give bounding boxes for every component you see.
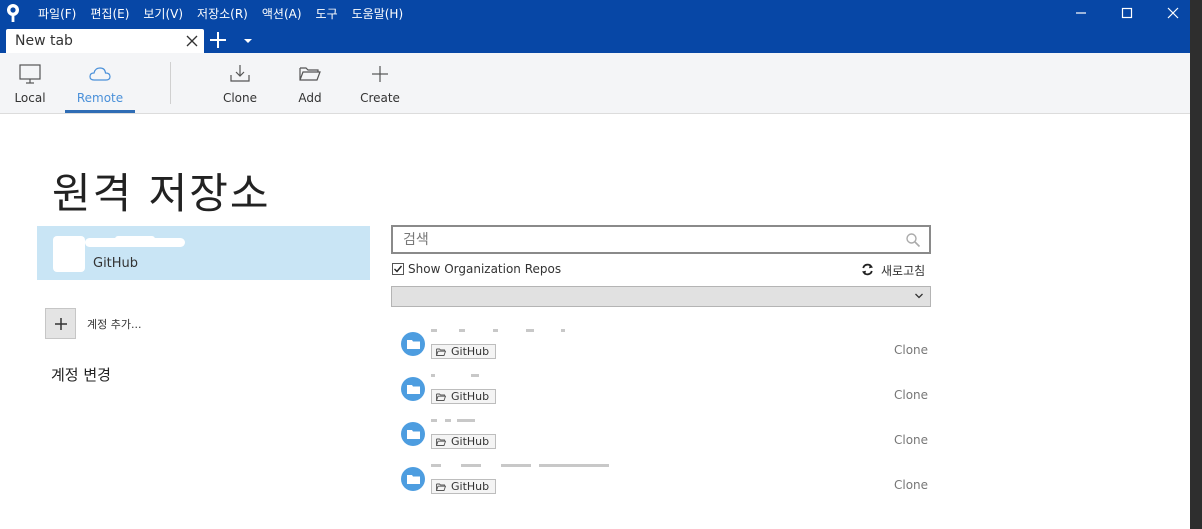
open-folder-icon	[436, 348, 446, 356]
repo-clone-button[interactable]: Clone	[894, 433, 928, 447]
folder-icon	[401, 377, 425, 401]
plus-icon	[372, 66, 388, 82]
repo-host-badge: GitHub	[431, 479, 497, 494]
menu-file[interactable]: 파일(F)	[38, 5, 76, 22]
account-provider: GitHub	[93, 256, 139, 271]
new-tab-plus-icon[interactable]	[208, 30, 228, 50]
tab-list-dropdown-icon[interactable]	[241, 34, 255, 48]
create-button[interactable]: Create	[350, 53, 410, 113]
menu-tools[interactable]: 도구	[316, 5, 338, 22]
create-label: Create	[360, 91, 400, 105]
repo-host-badge: GitHub	[431, 389, 497, 404]
repo-host-label: GitHub	[451, 435, 490, 448]
repo-filter-dropdown[interactable]	[391, 286, 931, 307]
sourcetree-logo-icon	[7, 4, 19, 22]
repo-row[interactable]: GitHub Clone	[400, 462, 940, 502]
menu-repository[interactable]: 저장소(R)	[197, 5, 248, 22]
add-button[interactable]: Add	[280, 53, 340, 113]
change-account-link[interactable]: 계정 변경	[51, 364, 111, 385]
repo-row[interactable]: GitHub Clone	[400, 372, 940, 412]
folder-icon	[401, 422, 425, 446]
repo-host-label: GitHub	[451, 480, 490, 493]
repo-host-badge: GitHub	[431, 344, 497, 359]
download-tray-icon	[230, 65, 250, 82]
clone-label: Clone	[222, 91, 258, 105]
local-button[interactable]: Local	[0, 53, 60, 113]
active-tab-underline	[65, 110, 135, 113]
menu-help[interactable]: 도움말(H)	[352, 5, 404, 22]
app-window: 파일(F) 편집(E) 보기(V) 저장소(R) 액션(A) 도구 도움말(H)…	[0, 0, 1190, 529]
maximize-icon	[1121, 7, 1133, 19]
open-folder-icon	[436, 393, 446, 401]
monitor-icon	[19, 64, 41, 84]
main-toolbar: Local Remote Clone Add Create	[0, 53, 1190, 114]
remote-label: Remote	[76, 91, 124, 105]
toolbar-separator	[170, 62, 171, 104]
menu-actions[interactable]: 액션(A)	[262, 5, 302, 22]
checkmark-icon	[394, 265, 403, 273]
repo-host-label: GitHub	[451, 390, 490, 403]
refresh-label[interactable]: 새로고침	[881, 262, 925, 279]
minimize-icon	[1076, 12, 1086, 14]
show-org-repos-label[interactable]: Show Organization Repos	[408, 262, 561, 276]
magnifier-icon[interactable]	[905, 232, 921, 248]
open-folder-icon	[436, 438, 446, 446]
add-account-button[interactable]	[45, 308, 76, 339]
add-account-label[interactable]: 계정 추가...	[87, 316, 141, 332]
menu-view[interactable]: 보기(V)	[143, 5, 183, 22]
refresh-icon[interactable]	[861, 263, 874, 276]
add-label: Add	[298, 91, 322, 105]
repo-host-label: GitHub	[451, 345, 490, 358]
desktop-background	[1190, 0, 1202, 529]
repo-row[interactable]: GitHub Clone	[400, 327, 940, 367]
open-folder-icon	[299, 67, 321, 81]
tab-new-tab[interactable]: New tab	[6, 29, 204, 53]
menu-bar: 파일(F) 편집(E) 보기(V) 저장소(R) 액션(A) 도구 도움말(H)	[38, 0, 417, 26]
open-folder-icon	[436, 483, 446, 491]
redacted-account-name	[55, 236, 185, 250]
cloud-icon	[89, 67, 111, 81]
folder-icon	[401, 467, 425, 491]
page-title: 원격 저장소	[52, 169, 271, 218]
plus-icon	[54, 317, 67, 330]
repo-clone-button[interactable]: Clone	[894, 343, 928, 357]
clone-button[interactable]: Clone	[210, 53, 270, 113]
repo-host-badge: GitHub	[431, 434, 497, 449]
chevron-down-icon	[915, 293, 923, 299]
show-org-repos-checkbox[interactable]	[392, 263, 404, 275]
maximize-button[interactable]	[1104, 0, 1150, 26]
local-label: Local	[14, 91, 46, 105]
folder-icon	[401, 332, 425, 356]
close-icon	[1167, 7, 1179, 19]
tab-strip: New tab	[0, 26, 1190, 53]
title-bar: 파일(F) 편집(E) 보기(V) 저장소(R) 액션(A) 도구 도움말(H)	[0, 0, 1190, 26]
search-input[interactable]	[403, 230, 893, 250]
search-box	[391, 225, 931, 254]
tab-label: New tab	[15, 33, 73, 49]
repo-clone-button[interactable]: Clone	[894, 388, 928, 402]
menu-edit[interactable]: 편집(E)	[90, 5, 129, 22]
remote-button[interactable]: Remote	[65, 53, 135, 113]
account-card[interactable]: GitHub	[37, 226, 370, 280]
repo-clone-button[interactable]: Clone	[894, 478, 928, 492]
tab-close-icon[interactable]	[184, 33, 200, 49]
repo-row[interactable]: GitHub Clone	[400, 417, 940, 457]
minimize-button[interactable]	[1058, 0, 1104, 26]
